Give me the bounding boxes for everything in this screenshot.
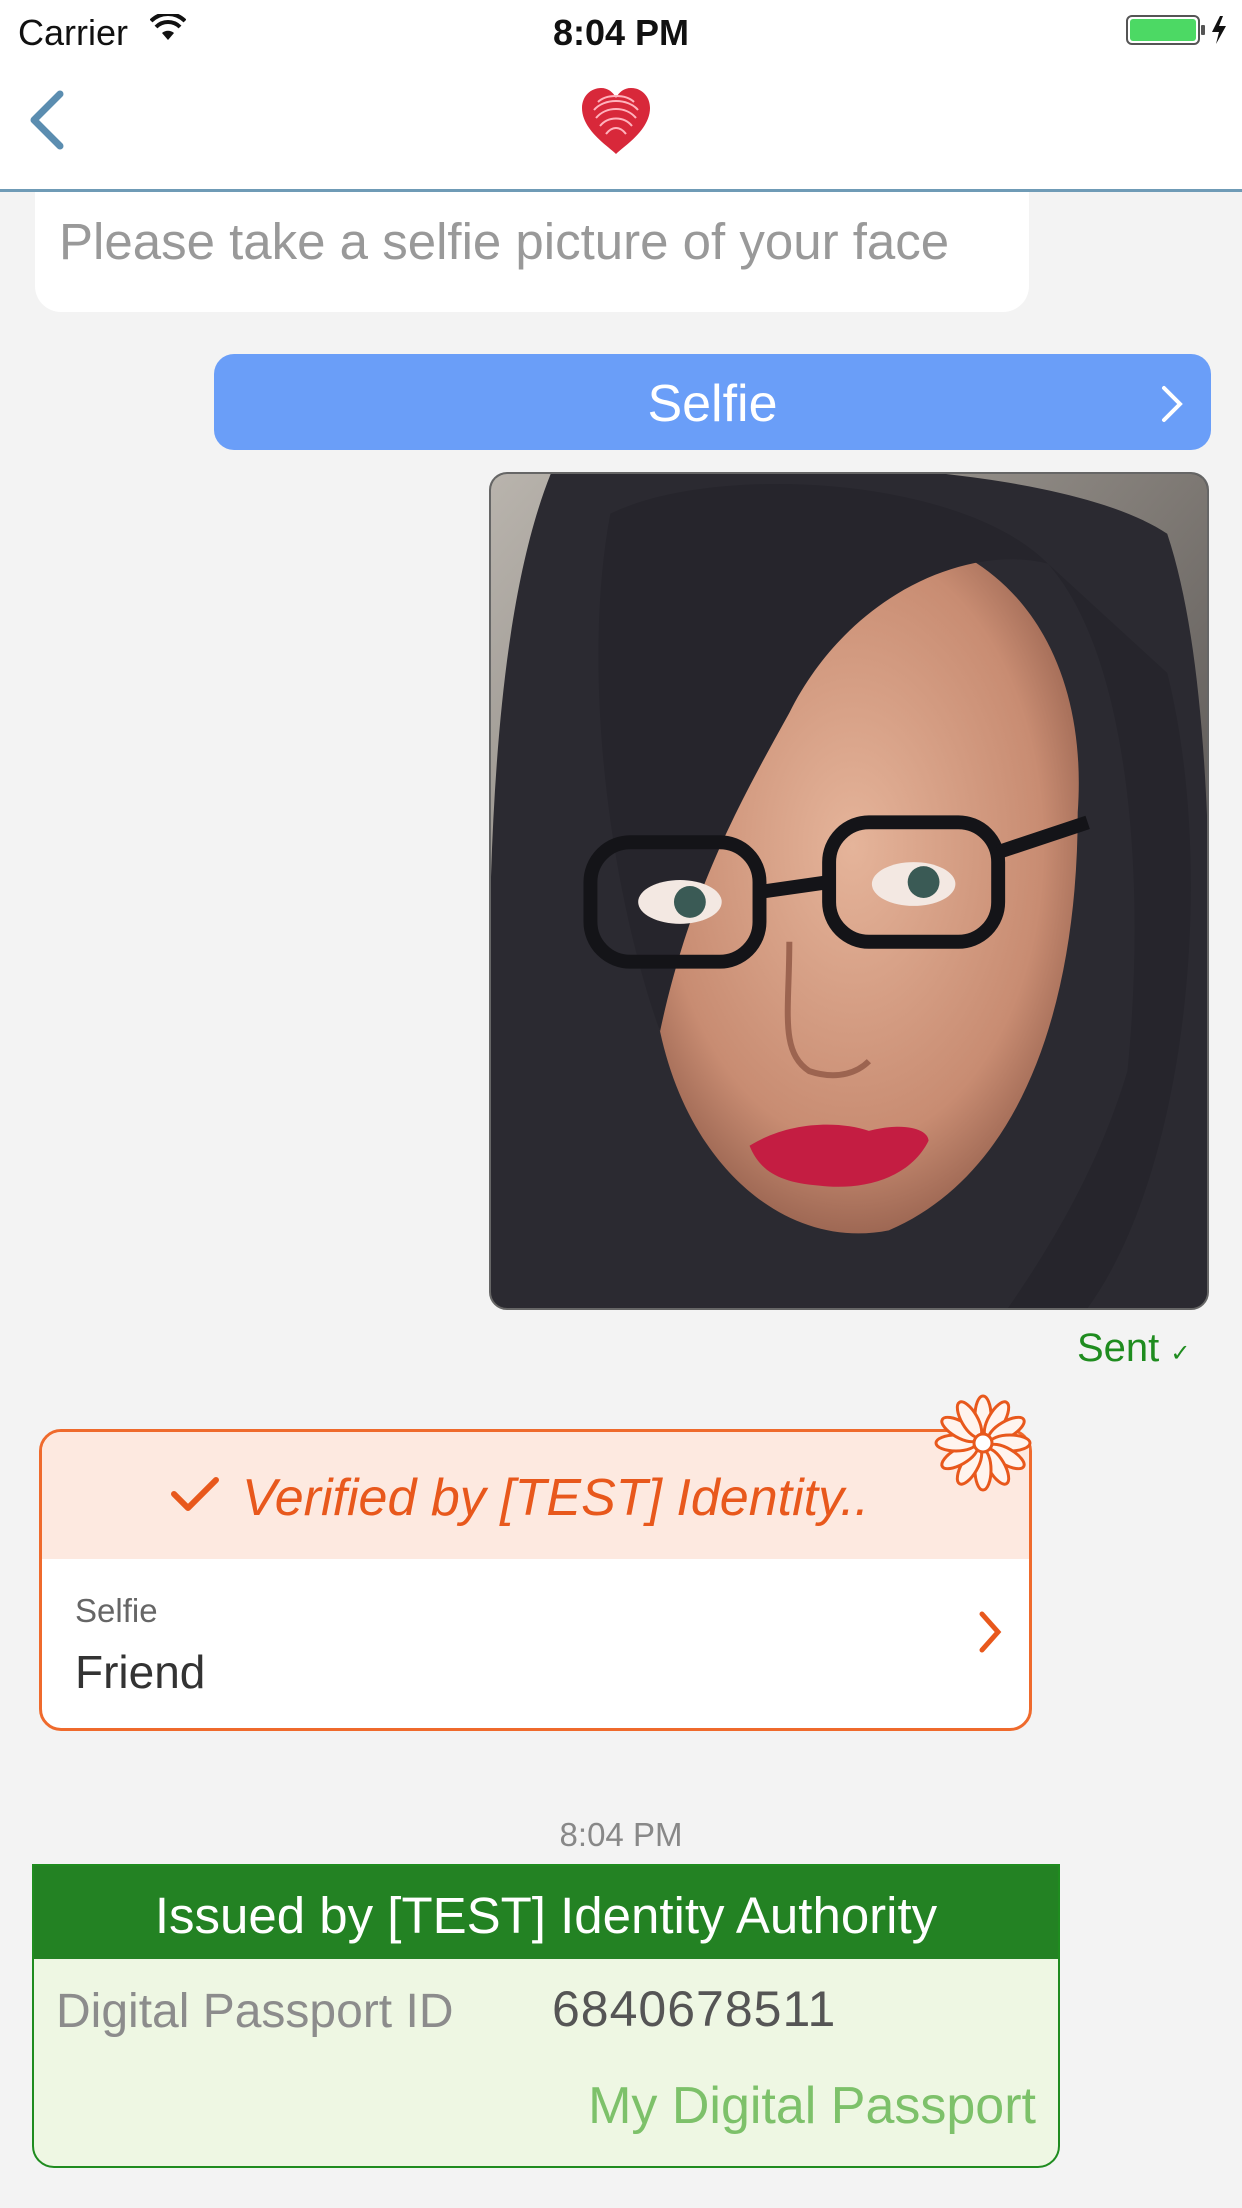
passport-card[interactable]: Issued by [TEST] Identity Authority Digi… (32, 1864, 1060, 2168)
status-bar: Carrier 8:04 PM (0, 0, 1242, 60)
verification-field-label: Selfie (75, 1592, 158, 1629)
fingerprint-heart-icon (582, 88, 650, 154)
verification-card[interactable]: Verified by [TEST] Identity.. Selfie Fri… (39, 1429, 1032, 1731)
verification-title: Verified by [TEST] Identity.. (242, 1469, 870, 1527)
selfie-photo[interactable] (489, 472, 1209, 1310)
prompt-message-bubble: Please take a selfie picture of your fac… (35, 192, 1029, 312)
top-bar: Carrier 8:04 PM (0, 0, 1242, 192)
sent-label: Sent (1077, 1326, 1160, 1370)
verification-header: Verified by [TEST] Identity.. (42, 1432, 1029, 1559)
selfie-photo-image (491, 474, 1207, 1308)
nav-bar (0, 60, 1242, 192)
battery-icon (1126, 15, 1226, 45)
chevron-left-icon[interactable] (20, 84, 80, 156)
passport-id-label: Digital Passport ID (56, 1985, 454, 2038)
sent-status: Sent ✓ (1077, 1326, 1191, 1371)
my-digital-passport-link[interactable]: My Digital Passport (588, 2076, 1036, 2136)
passport-id-value: 6840678511 (552, 1981, 837, 2037)
chevron-right-icon (979, 1611, 1002, 1653)
chevron-right-icon (1162, 386, 1183, 422)
passport-issuer-title: Issued by [TEST] Identity Authority (154, 1887, 938, 1944)
checkmark-icon (171, 1477, 219, 1511)
verification-field-value: Friend (75, 1646, 206, 1698)
selfie-button-label: Selfie (647, 375, 778, 433)
flower-badge-icon (934, 1394, 1032, 1492)
prompt-message-text: Please take a selfie picture of your fac… (59, 213, 950, 270)
sent-check-icon: ✓ (1170, 1340, 1191, 1367)
passport-header: Issued by [TEST] Identity Authority (34, 1866, 1058, 1959)
selfie-button[interactable]: Selfie (214, 354, 1211, 450)
message-timestamp: 8:04 PM (559, 1816, 683, 1853)
status-time: 8:04 PM (552, 12, 690, 53)
